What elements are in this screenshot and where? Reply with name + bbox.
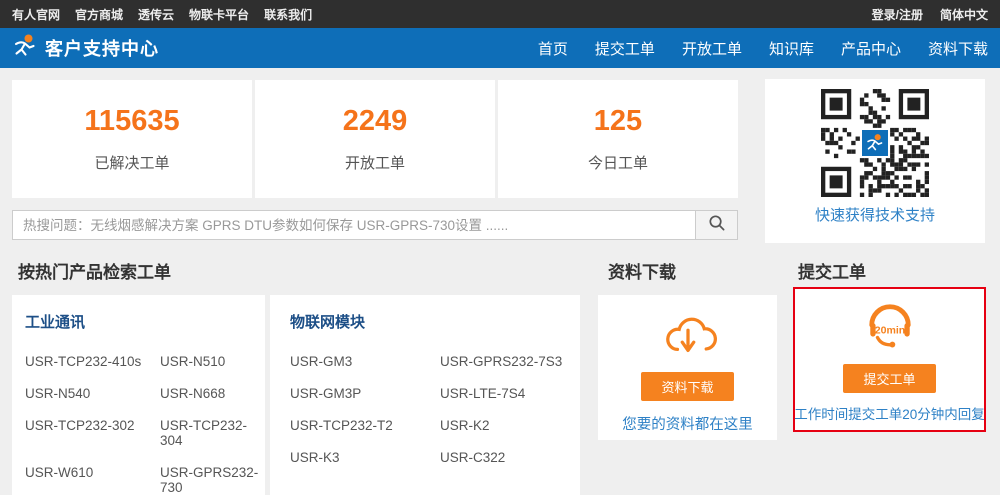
stat-open-tickets: 2249 开放工单 [255, 80, 495, 198]
group-header-industrial: 工业通讯 [25, 311, 265, 332]
stat-label: 开放工单 [255, 152, 495, 173]
qr-support-card: 快速获得技术支持 [765, 79, 985, 243]
product-link[interactable]: USR-TCP232-T2 [290, 418, 440, 433]
headset-20min-icon: 20min [859, 301, 921, 356]
top-utility-bar: 有人官网 官方商城 透传云 物联卡平台 联系我们 登录/注册 简体中文 [0, 0, 1000, 28]
product-link[interactable]: USR-GM3 [290, 354, 440, 369]
product-link[interactable]: USR-K3 [290, 450, 440, 465]
topbar-link-contact[interactable]: 联系我们 [264, 6, 312, 23]
nav-item-downloads[interactable]: 资料下载 [928, 38, 988, 59]
submit-ticket-button[interactable]: 提交工单 [843, 364, 935, 393]
product-group-industrial: 工业通讯 USR-TCP232-410s USR-N510 USR-N540 U… [12, 295, 265, 495]
product-link[interactable]: USR-GPRS232-730 [160, 465, 265, 495]
nav-item-knowledge-base[interactable]: 知识库 [769, 38, 814, 59]
download-button[interactable]: 资料下载 [641, 372, 733, 401]
stat-value: 125 [498, 106, 738, 136]
cloud-download-icon [659, 313, 717, 364]
product-link[interactable]: USR-N510 [160, 354, 265, 369]
hot-search-bar [12, 210, 738, 240]
ticket-caption: 工作时间提交工单20分钟内回复 [794, 403, 985, 423]
nav-item-product-center[interactable]: 产品中心 [841, 38, 901, 59]
ticket-stats-row: 115635 已解决工单 2249 开放工单 125 今日工单 [12, 80, 738, 198]
brand-logo[interactable]: 客户支持中心 [12, 33, 159, 64]
topbar-link-mall[interactable]: 官方商城 [75, 6, 123, 23]
product-link[interactable]: USR-N668 [160, 386, 265, 401]
product-link[interactable]: USR-TCP232-302 [25, 418, 160, 448]
product-link[interactable]: USR-GM3P [290, 386, 440, 401]
product-link[interactable]: USR-W610 [25, 465, 160, 495]
language-switch[interactable]: 简体中文 [940, 6, 988, 23]
section-title-download: 资料下载 [608, 258, 676, 283]
stat-resolved-tickets: 115635 已解决工单 [12, 80, 252, 198]
nav-item-submit-ticket[interactable]: 提交工单 [595, 38, 655, 59]
badge-20min: 20min [874, 325, 905, 337]
topbar-link-official-site[interactable]: 有人官网 [12, 6, 60, 23]
product-group-iot-modules: 物联网模块 USR-GM3 USR-GPRS232-7S3 USR-GM3P U… [270, 295, 580, 495]
search-icon [707, 213, 726, 237]
product-link[interactable]: USR-C322 [440, 450, 580, 465]
stat-today-tickets: 125 今日工单 [498, 80, 738, 198]
product-link[interactable]: USR-TCP232-304 [160, 418, 265, 448]
stat-value: 2249 [255, 106, 495, 136]
ticket-card: 20min 提交工单 工作时间提交工单20分钟内回复 [793, 287, 986, 432]
stat-value: 115635 [12, 106, 252, 136]
search-button[interactable] [696, 210, 738, 240]
product-link[interactable]: USR-LTE-7S4 [440, 386, 580, 401]
product-link[interactable]: USR-N540 [25, 386, 160, 401]
qr-caption: 快速获得技术支持 [765, 204, 985, 225]
section-title-ticket: 提交工单 [798, 258, 866, 283]
login-register-link[interactable]: 登录/注册 [872, 6, 923, 23]
nav-item-open-tickets[interactable]: 开放工单 [682, 38, 742, 59]
main-navbar: 客户支持中心 首页 提交工单 开放工单 知识库 产品中心 资料下载 [0, 28, 1000, 68]
runner-logo-icon [12, 33, 38, 64]
product-link[interactable]: USR-TCP232-410s [25, 354, 160, 369]
nav-item-home[interactable]: 首页 [538, 38, 568, 59]
topbar-link-cloud[interactable]: 透传云 [138, 6, 174, 23]
qr-center-logo-icon [860, 128, 890, 158]
product-link[interactable]: USR-GPRS232-7S3 [440, 354, 580, 369]
group-header-iot: 物联网模块 [290, 311, 580, 332]
download-caption: 您要的资料都在这里 [622, 413, 753, 434]
page-title: 客户支持中心 [45, 35, 159, 61]
search-input[interactable] [12, 210, 696, 240]
download-card: 资料下载 您要的资料都在这里 [598, 295, 777, 440]
product-link[interactable]: USR-K2 [440, 418, 580, 433]
stat-label: 已解决工单 [12, 152, 252, 173]
stat-label: 今日工单 [498, 152, 738, 173]
topbar-link-iot-card[interactable]: 物联卡平台 [189, 6, 249, 23]
section-title-products: 按热门产品检索工单 [18, 258, 171, 283]
